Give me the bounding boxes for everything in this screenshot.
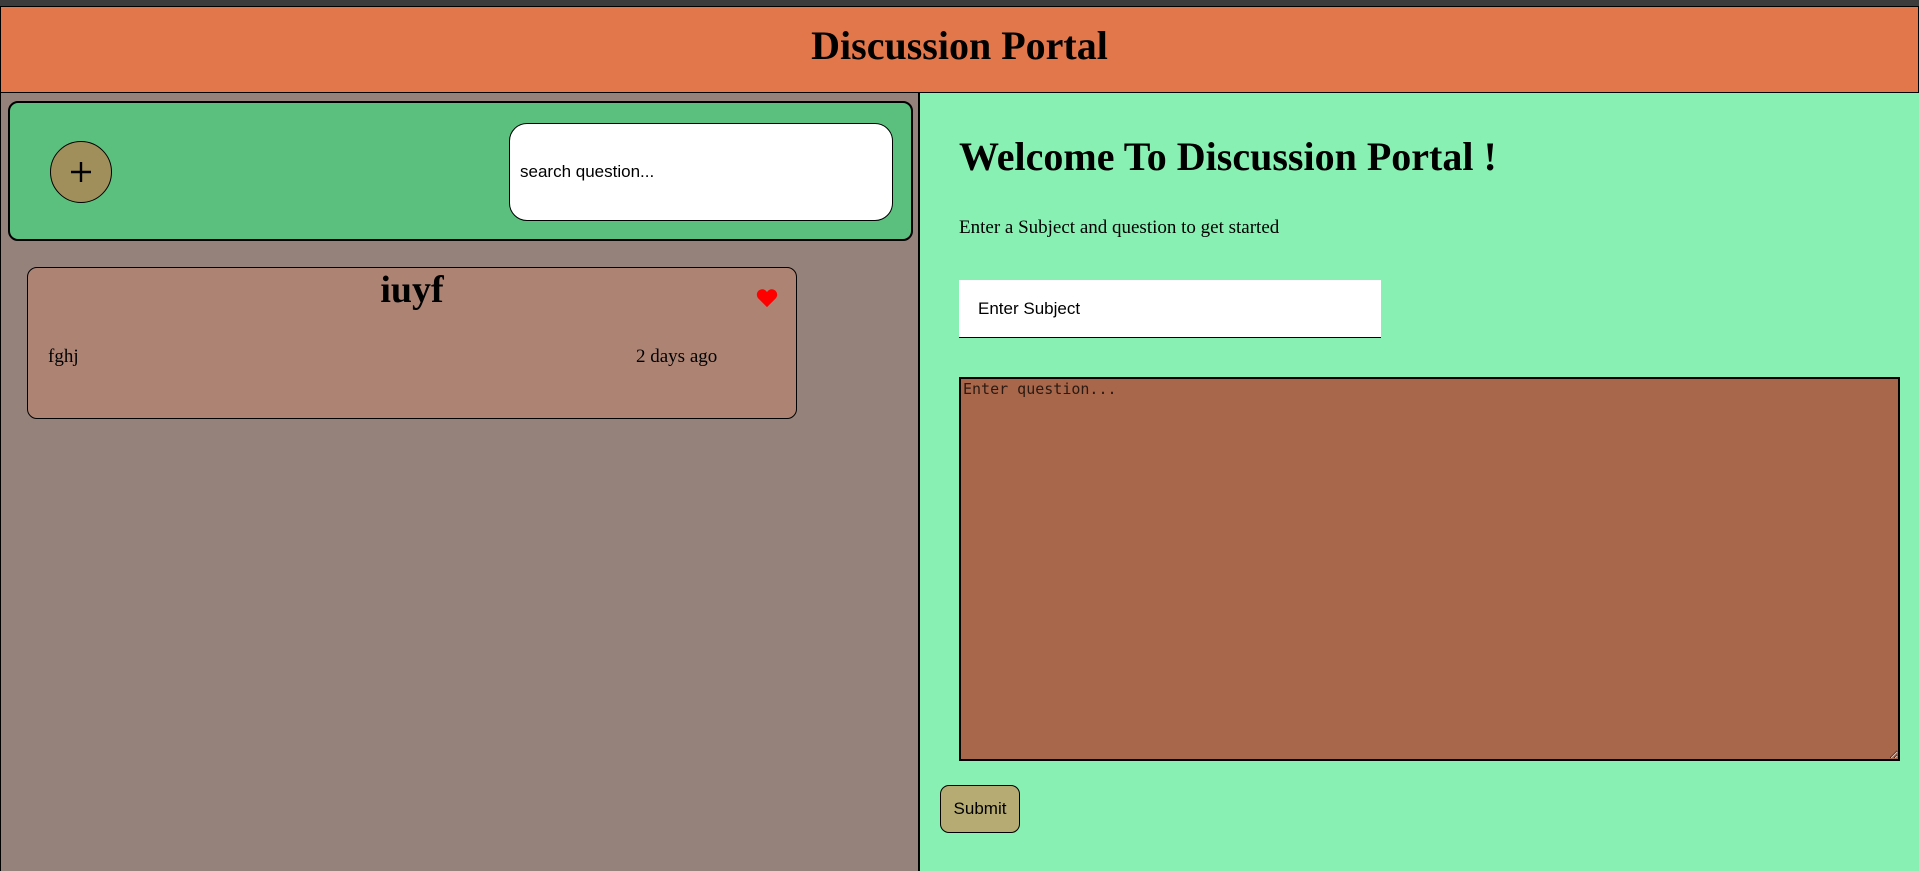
question-body: fghj [48,346,79,367]
subject-input[interactable] [959,280,1381,338]
question-subject: iuyf [380,269,444,311]
plus-icon [71,162,91,182]
question-textarea[interactable] [959,377,1900,761]
page-title: Discussion Portal [811,23,1108,68]
heart-icon[interactable] [756,288,778,308]
new-question-panel: Welcome To Discussion Portal ! Enter a S… [920,93,1919,871]
questions-toolbar [8,101,913,241]
question-card[interactable]: iuyf fghj 2 days ago [27,267,797,419]
welcome-subtitle: Enter a Subject and question to get star… [959,217,1280,238]
submit-button[interactable]: Submit [940,785,1020,833]
app-header: Discussion Portal [0,6,1919,93]
welcome-heading: Welcome To Discussion Portal ! [959,134,1497,179]
search-input[interactable] [509,123,893,221]
question-timestamp: 2 days ago [636,346,718,367]
new-question-button[interactable] [50,141,112,203]
questions-panel: iuyf fghj 2 days ago [0,93,920,871]
